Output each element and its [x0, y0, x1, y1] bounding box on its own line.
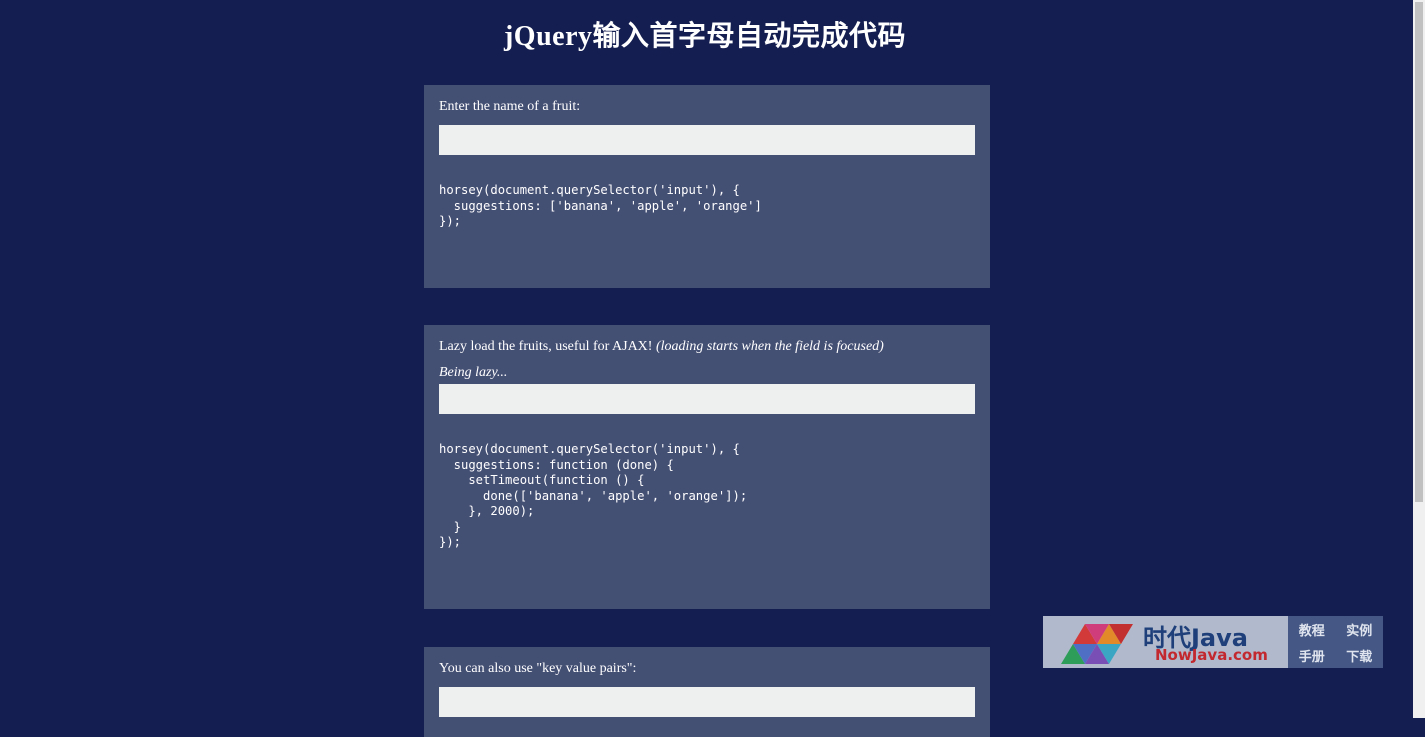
lazy-fruit-input[interactable]	[439, 384, 975, 414]
lazy-load-label: Lazy load the fruits, useful for AJAX! (…	[439, 339, 884, 355]
lazy-load-label-text: Lazy load the fruits, useful for AJAX!	[439, 339, 653, 354]
triangle-logo-icon	[1043, 616, 1143, 668]
nowjava-watermark[interactable]: 时代Java NowJava.com 教程 实例 手册 下载	[1043, 616, 1383, 668]
watermark-links: 教程 实例 手册 下载	[1288, 616, 1383, 668]
watermark-brand-en: NowJava.com	[1155, 646, 1268, 664]
fruit-demo-section: Enter the name of a fruit: horsey(docume…	[424, 85, 990, 288]
vertical-scrollbar[interactable]	[1413, 0, 1425, 718]
watermark-link-examples[interactable]: 实例	[1346, 620, 1372, 639]
key-value-section: You can also use "key value pairs":	[424, 647, 990, 737]
key-value-input[interactable]	[439, 687, 975, 717]
scrollbar-thumb[interactable]	[1415, 2, 1423, 502]
page-title: jQuery输入首字母自动完成代码	[503, 21, 907, 52]
fruit-code-sample: horsey(document.querySelector('input'), …	[439, 183, 762, 228]
fruit-input[interactable]	[439, 125, 975, 155]
fruit-input-label: Enter the name of a fruit:	[439, 99, 581, 114]
watermark-brand: 时代Java NowJava.com	[1143, 616, 1288, 668]
watermark-link-download[interactable]: 下载	[1346, 646, 1372, 665]
lazy-load-status: Being lazy...	[439, 365, 508, 380]
lazy-load-code-sample: horsey(document.querySelector('input'), …	[439, 442, 748, 549]
watermark-link-manual[interactable]: 手册	[1299, 646, 1325, 665]
lazy-load-section: Lazy load the fruits, useful for AJAX! (…	[424, 325, 990, 609]
lazy-load-label-note: (loading starts when the field is focuse…	[655, 339, 884, 354]
key-value-label: You can also use "key value pairs":	[439, 661, 637, 676]
watermark-link-tutorial[interactable]: 教程	[1299, 620, 1325, 639]
